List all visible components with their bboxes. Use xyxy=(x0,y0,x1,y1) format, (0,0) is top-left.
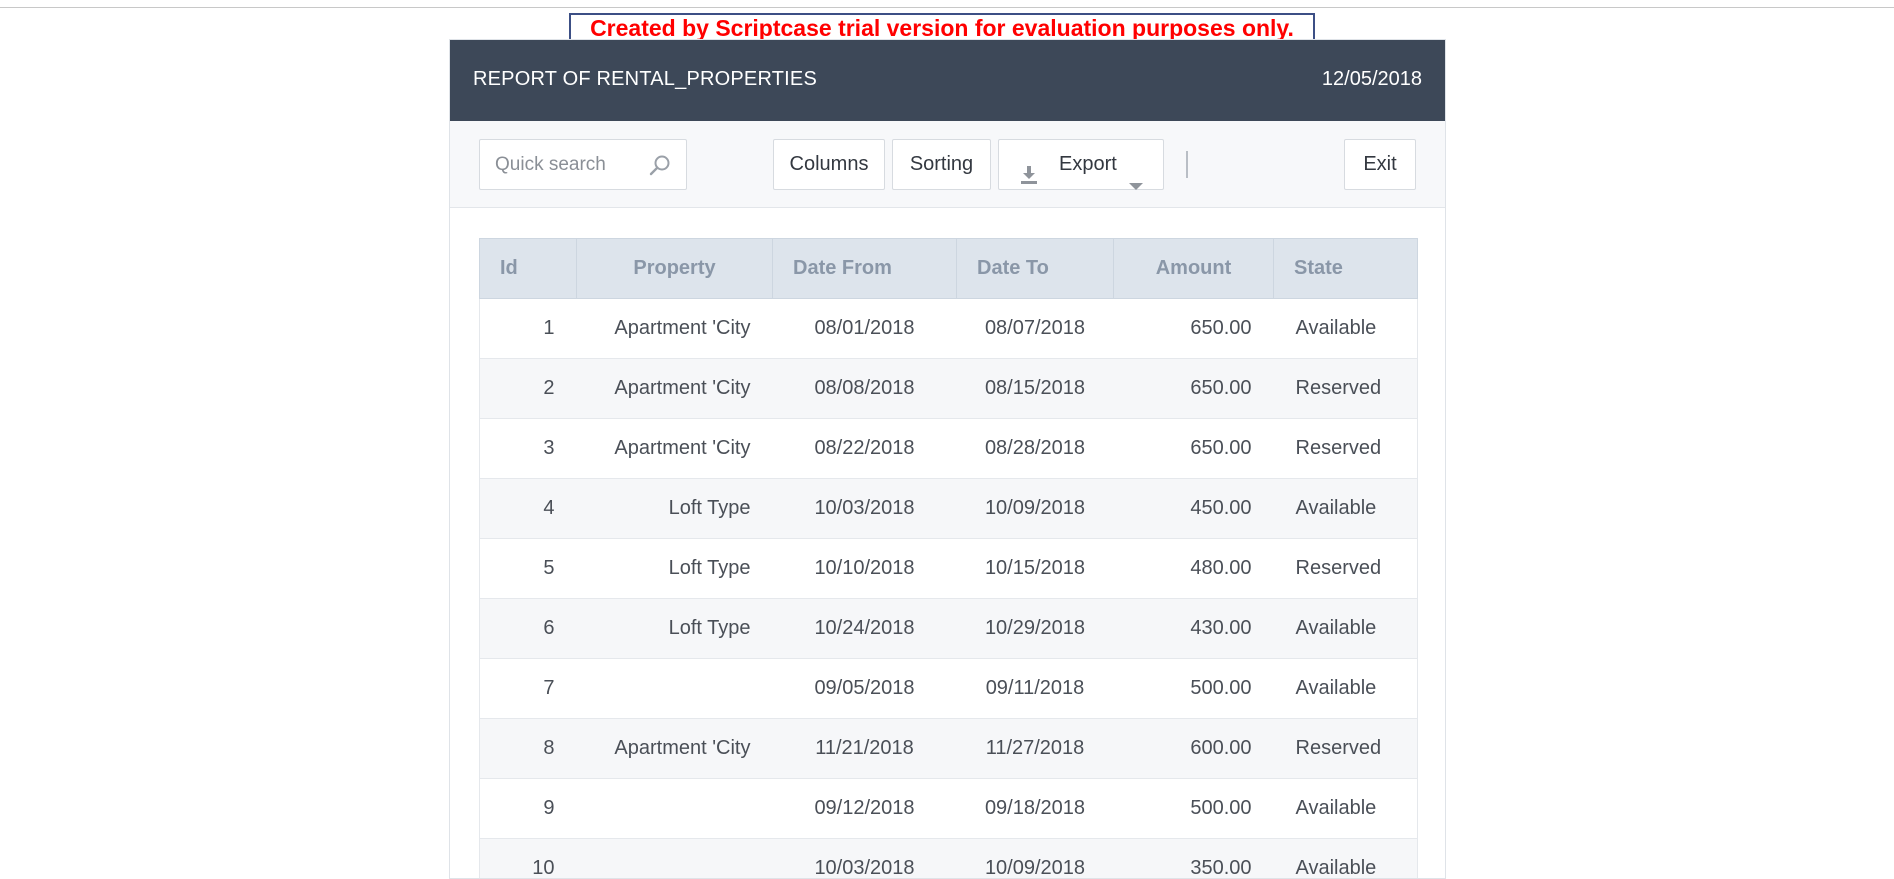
column-header-state[interactable]: State xyxy=(1274,239,1418,299)
cell-property xyxy=(577,779,773,839)
quick-search-box xyxy=(479,139,687,190)
cell-date-to: 10/15/2018 xyxy=(957,539,1114,599)
download-icon xyxy=(1019,155,1039,175)
table-row: 3 Apartment 'City 08/22/2018 08/28/2018 … xyxy=(480,419,1418,479)
cell-state: Reserved xyxy=(1274,539,1418,599)
table-row: 2 Apartment 'City 08/08/2018 08/15/2018 … xyxy=(480,359,1418,419)
cell-amount: 500.00 xyxy=(1114,659,1274,719)
export-label: Export xyxy=(1059,140,1117,189)
cell-amount: 480.00 xyxy=(1114,539,1274,599)
columns-button[interactable]: Columns xyxy=(773,139,885,190)
cell-date-from: 09/05/2018 xyxy=(773,659,957,719)
cell-state: Available xyxy=(1274,299,1418,359)
cell-amount: 430.00 xyxy=(1114,599,1274,659)
cell-id: 3 xyxy=(480,419,577,479)
table-row: 10 10/03/2018 10/09/2018 350.00 Availabl… xyxy=(480,839,1418,879)
cell-id: 4 xyxy=(480,479,577,539)
search-icon[interactable] xyxy=(648,153,672,177)
cell-property: Apartment 'City xyxy=(577,359,773,419)
sorting-button[interactable]: Sorting xyxy=(892,139,991,190)
column-header-property[interactable]: Property xyxy=(577,239,773,299)
cell-date-to: 09/18/2018 xyxy=(957,779,1114,839)
cell-date-to: 10/29/2018 xyxy=(957,599,1114,659)
cell-date-to: 08/28/2018 xyxy=(957,419,1114,479)
cell-amount: 650.00 xyxy=(1114,299,1274,359)
cell-date-from: 08/22/2018 xyxy=(773,419,957,479)
cell-id: 7 xyxy=(480,659,577,719)
cell-id: 9 xyxy=(480,779,577,839)
cell-id: 2 xyxy=(480,359,577,419)
report-panel: REPORT OF RENTAL_PROPERTIES 12/05/2018 C… xyxy=(449,39,1446,879)
cell-id: 6 xyxy=(480,599,577,659)
cell-id: 10 xyxy=(480,839,577,879)
cell-amount: 650.00 xyxy=(1114,419,1274,479)
table-row: 5 Loft Type 10/10/2018 10/15/2018 480.00… xyxy=(480,539,1418,599)
cell-id: 5 xyxy=(480,539,577,599)
browser-top-divider xyxy=(0,0,1894,8)
cell-state: Available xyxy=(1274,479,1418,539)
cell-date-from: 11/21/2018 xyxy=(773,719,957,779)
table-row: 7 09/05/2018 09/11/2018 500.00 Available xyxy=(480,659,1418,719)
cell-date-to: 11/27/2018 xyxy=(957,719,1114,779)
table-header-row: Id Property Date From Date To Amount Sta… xyxy=(480,239,1418,299)
column-header-date-to[interactable]: Date To xyxy=(957,239,1114,299)
cell-date-from: 10/03/2018 xyxy=(773,479,957,539)
cell-date-to: 08/07/2018 xyxy=(957,299,1114,359)
cell-state: Available xyxy=(1274,779,1418,839)
quick-search-input[interactable] xyxy=(480,140,640,189)
export-button[interactable]: Export xyxy=(998,139,1164,190)
table-row: 6 Loft Type 10/24/2018 10/29/2018 430.00… xyxy=(480,599,1418,659)
cell-property xyxy=(577,839,773,879)
cell-property xyxy=(577,659,773,719)
cell-date-to: 09/11/2018 xyxy=(957,659,1114,719)
cell-amount: 500.00 xyxy=(1114,779,1274,839)
cell-state: Reserved xyxy=(1274,419,1418,479)
cell-property: Apartment 'City xyxy=(577,419,773,479)
column-header-amount[interactable]: Amount xyxy=(1114,239,1274,299)
cell-date-from: 08/08/2018 xyxy=(773,359,957,419)
cell-date-from: 09/12/2018 xyxy=(773,779,957,839)
cell-state: Available xyxy=(1274,659,1418,719)
cell-id: 8 xyxy=(480,719,577,779)
cell-id: 1 xyxy=(480,299,577,359)
report-table: Id Property Date From Date To Amount Sta… xyxy=(479,238,1418,879)
cell-date-from: 08/01/2018 xyxy=(773,299,957,359)
report-date: 12/05/2018 xyxy=(1322,68,1422,91)
cell-property: Apartment 'City xyxy=(577,719,773,779)
cell-date-from: 10/03/2018 xyxy=(773,839,957,879)
cell-state: Reserved xyxy=(1274,359,1418,419)
table-row: 1 Apartment 'City 08/01/2018 08/07/2018 … xyxy=(480,299,1418,359)
table-row: 8 Apartment 'City 11/21/2018 11/27/2018 … xyxy=(480,719,1418,779)
report-header: REPORT OF RENTAL_PROPERTIES 12/05/2018 xyxy=(450,40,1445,121)
cell-date-to: 10/09/2018 xyxy=(957,479,1114,539)
column-header-date-from[interactable]: Date From xyxy=(773,239,957,299)
cell-property: Loft Type xyxy=(577,539,773,599)
column-header-id[interactable]: Id xyxy=(480,239,577,299)
cell-state: Reserved xyxy=(1274,719,1418,779)
cell-state: Available xyxy=(1274,599,1418,659)
cell-property: Loft Type xyxy=(577,479,773,539)
report-title: REPORT OF RENTAL_PROPERTIES xyxy=(473,68,817,91)
cell-amount: 600.00 xyxy=(1114,719,1274,779)
toolbar-separator xyxy=(1186,151,1188,178)
cell-amount: 350.00 xyxy=(1114,839,1274,879)
cell-date-from: 10/10/2018 xyxy=(773,539,957,599)
table-row: 9 09/12/2018 09/18/2018 500.00 Available xyxy=(480,779,1418,839)
cell-date-to: 10/09/2018 xyxy=(957,839,1114,879)
exit-button[interactable]: Exit xyxy=(1344,139,1416,190)
cell-property: Apartment 'City xyxy=(577,299,773,359)
cell-state: Available xyxy=(1274,839,1418,879)
toolbar: Columns Sorting Export xyxy=(450,121,1445,208)
cell-property: Loft Type xyxy=(577,599,773,659)
caret-down-icon xyxy=(1128,161,1144,170)
cell-date-from: 10/24/2018 xyxy=(773,599,957,659)
cell-amount: 450.00 xyxy=(1114,479,1274,539)
cell-amount: 650.00 xyxy=(1114,359,1274,419)
cell-date-to: 08/15/2018 xyxy=(957,359,1114,419)
table-row: 4 Loft Type 10/03/2018 10/09/2018 450.00… xyxy=(480,479,1418,539)
